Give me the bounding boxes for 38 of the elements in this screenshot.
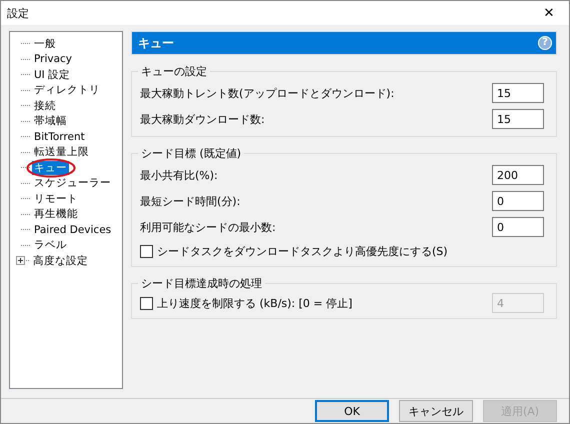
number-field[interactable]: 15 (492, 83, 544, 103)
field-label: 最大稼動トレント数(アップロードとダウンロード): (140, 86, 394, 100)
number-field[interactable]: 200 (492, 165, 544, 185)
tree-item[interactable]: BitTorrent (32, 130, 87, 143)
tree-item[interactable]: スケジューラー (32, 176, 113, 190)
tree-item[interactable]: キュー (32, 160, 69, 175)
tree-item[interactable]: Paired Devices (32, 224, 114, 236)
close-button[interactable]: ✕ (529, 1, 569, 25)
checkbox-label: シードタスクをダウンロードタスクより高優先度にする(S) (157, 244, 448, 258)
field-label: 最短シード時間(分): (140, 194, 240, 208)
tree-item[interactable]: 帯域幅 (32, 114, 69, 128)
highlight-ellipse (26, 158, 76, 178)
dialog-button[interactable]: OK (315, 400, 389, 422)
number-field[interactable]: 0 (492, 191, 544, 211)
tree-item[interactable]: ラベル (32, 238, 69, 252)
group-title: キューの設定 (138, 64, 210, 79)
expand-icon[interactable] (16, 256, 25, 266)
tree-item[interactable]: 接続 (32, 98, 58, 113)
checkbox-label: 上り速度を制限する (kB/s): [0 = 停止] (157, 296, 352, 310)
tree-item[interactable]: 転送量上限 (32, 145, 91, 160)
field-label: 最大稼動ダウンロード数: (140, 112, 265, 126)
tree-item[interactable]: UI 設定 (32, 68, 72, 82)
group-title: シード目標 (既定値) (138, 146, 244, 161)
tree-item[interactable]: 再生機能 (32, 207, 80, 222)
group-title: シード目標達成時の処理 (138, 276, 265, 291)
panel-title: キュー (138, 34, 174, 52)
tree-item[interactable]: 高度な設定 (31, 254, 90, 268)
dialog-button[interactable]: キャンセル (399, 400, 473, 422)
field-label: 利用可能なシードの最小数: (140, 220, 276, 234)
tree-item[interactable]: 一般 (32, 36, 58, 51)
tree-item[interactable]: Privacy (32, 53, 74, 66)
tree-item[interactable]: リモート (32, 192, 80, 206)
checkbox[interactable] (140, 244, 153, 258)
window-title: 設定 (7, 6, 29, 20)
tree-item[interactable]: ディレクトリ (32, 83, 102, 98)
field-label: 最小共有比(%): (140, 168, 218, 182)
number-field[interactable]: 15 (492, 109, 544, 129)
number-field[interactable]: 0 (492, 217, 544, 237)
